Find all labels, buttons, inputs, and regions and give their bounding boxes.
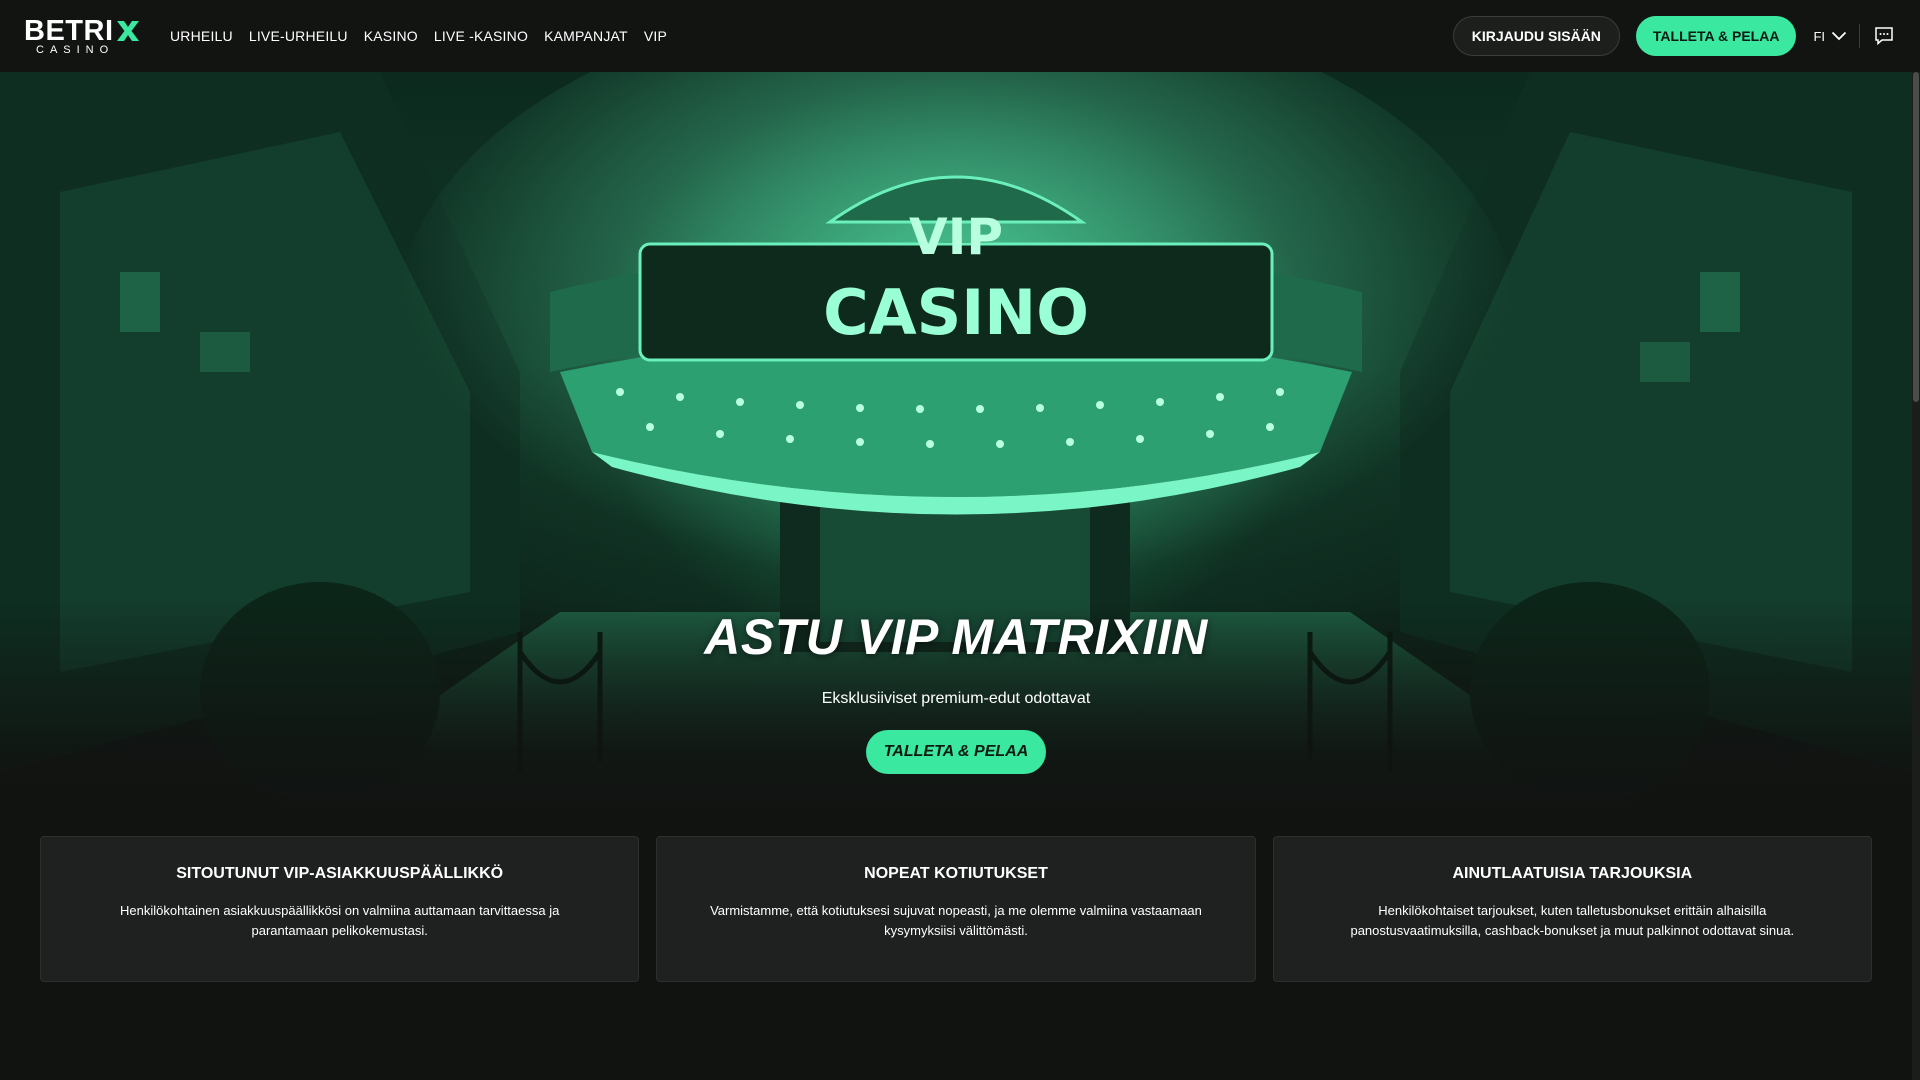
hero-title: ASTU VIP MATRIXIIN — [704, 609, 1208, 665]
nav-item-vip[interactable]: VIP — [644, 28, 667, 44]
page: BETRI CASINO URHEILU LIVE-URHEILU KASINO… — [0, 0, 1920, 1080]
chevron-down-icon — [1831, 31, 1847, 41]
feature-card-text: Varmistamme, että kotiutuksesi sujuvat n… — [710, 903, 1202, 938]
page-scrollbar[interactable] — [1912, 72, 1920, 1080]
hero-deposit-play-button[interactable]: TALLETA & PELAA — [865, 730, 1047, 774]
feature-card-title: NOPEAT KOTIUTUKSET — [864, 865, 1048, 882]
betrix-logo[interactable]: BETRI CASINO — [24, 15, 154, 56]
sign-vip-text: VIP — [909, 208, 1003, 266]
logo-subtitle: CASINO — [36, 44, 115, 56]
header-actions: KIRJAUDU SISÄÄN TALLETA & PELAA FI — [1452, 16, 1896, 56]
main-nav: URHEILU LIVE-URHEILU KASINO LIVE -KASINO… — [170, 28, 667, 44]
top-header: BETRI CASINO URHEILU LIVE-URHEILU KASINO… — [0, 0, 1920, 72]
feature-card-title: AINUTLAATUISIA TARJOUKSIA — [1452, 865, 1693, 882]
chat-icon[interactable] — [1872, 24, 1896, 48]
sign-casino-text: CASINO — [823, 276, 1089, 349]
feature-card-text: Henkilökohtaiset tarjoukset, kuten talle… — [1350, 903, 1795, 938]
deposit-play-button[interactable]: TALLETA & PELAA — [1635, 16, 1797, 56]
scrollbar-thumb[interactable] — [1913, 72, 1919, 402]
nav-item-live-kasino[interactable]: LIVE -KASINO — [434, 28, 528, 44]
language-code: FI — [1813, 28, 1825, 44]
header-divider — [1859, 24, 1860, 48]
feature-card-text: Henkilökohtainen asiakkuuspäällikkösi on… — [119, 903, 560, 938]
language-selector[interactable]: FI — [1813, 29, 1847, 44]
hero-subtitle: Eksklusiiviset premium-edut odottavat — [821, 690, 1091, 707]
hero-banner: CASINO VIP ASTU VIP MATRIXIIN Eksklusiiv… — [0, 72, 1912, 820]
nav-item-kasino[interactable]: KASINO — [364, 28, 418, 44]
feature-card: AINUTLAATUISIA TARJOUKSIA Henkilökohtais… — [1272, 836, 1872, 982]
nav-item-urheilu[interactable]: URHEILU — [170, 28, 233, 44]
nav-item-live-urheilu[interactable]: LIVE-URHEILU — [249, 28, 348, 44]
vip-features: SITOUTUNUT VIP-ASIAKKUUSPÄÄLLIKKÖ Henkil… — [40, 836, 1872, 982]
feature-card: NOPEAT KOTIUTUKSET Varmistamme, että kot… — [656, 836, 1256, 982]
logo-x-icon — [116, 21, 139, 41]
feature-card-title: SITOUTUNUT VIP-ASIAKKUUSPÄÄLLIKKÖ — [176, 865, 504, 882]
feature-card: SITOUTUNUT VIP-ASIAKKUUSPÄÄLLIKKÖ Henkil… — [40, 836, 640, 982]
logo-text: BETRI — [24, 15, 114, 47]
hero-content: ASTU VIP MATRIXIIN Eksklusiiviset premiu… — [0, 608, 1912, 774]
logo-wordmark: BETRI — [24, 15, 154, 47]
login-button[interactable]: KIRJAUDU SISÄÄN — [1452, 16, 1620, 56]
nav-item-kampanjat[interactable]: KAMPANJAT — [544, 28, 628, 44]
